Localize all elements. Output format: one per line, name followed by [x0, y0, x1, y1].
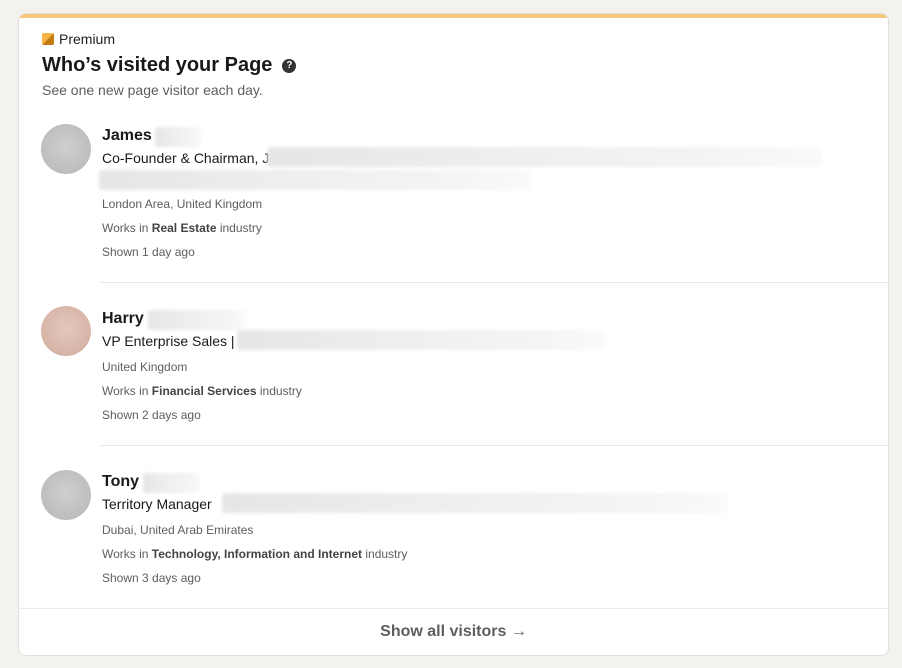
works-suffix: industry: [362, 547, 408, 561]
redacted-surname: [143, 473, 200, 493]
redacted-headline: [237, 330, 605, 350]
premium-text: Premium: [59, 31, 116, 47]
avatar[interactable]: [41, 470, 91, 520]
redacted-surname: [155, 127, 201, 147]
visitor-name[interactable]: Harry: [102, 310, 144, 328]
visitor-industry: Real Estate: [151, 221, 217, 235]
works-suffix: industry: [256, 384, 302, 398]
works-prefix: Works in: [102, 221, 152, 235]
visitor-shown-time: Shown 3 days ago: [102, 571, 201, 585]
subtitle: See one new page visitor each day.: [42, 82, 263, 98]
works-suffix: industry: [216, 221, 262, 235]
divider: [100, 445, 888, 446]
arrow-right-icon: →: [510, 623, 527, 640]
redacted-headline-line2: [99, 170, 532, 190]
divider: [100, 282, 888, 283]
footer-divider: [19, 608, 888, 609]
works-prefix: Works in: [102, 547, 152, 561]
visitor-shown-time: Shown 2 days ago: [102, 408, 201, 422]
help-icon[interactable]: ?: [282, 58, 297, 73]
avatar[interactable]: [41, 306, 91, 356]
avatar[interactable]: [41, 124, 91, 174]
redacted-headline: [222, 493, 728, 513]
visitor-industry-line: Works in Technology, Information and Int…: [102, 547, 407, 561]
show-all-label: Show all visitors: [380, 623, 507, 640]
redacted-surname: [148, 310, 246, 330]
visitor-industry-line: Works in Financial Services industry: [102, 384, 302, 398]
visitors-card: Premium Who’s visited your Page ? See on…: [18, 13, 889, 656]
visitor-name[interactable]: Tony: [102, 473, 139, 491]
visitor-headline: Co-Founder & Chairman, J: [102, 150, 270, 166]
premium-accent-bar: [19, 14, 888, 18]
visitor-location: Dubai, United Arab Emirates: [102, 523, 254, 537]
title-row: Who’s visited your Page ?: [42, 54, 297, 77]
visitor-industry: Financial Services: [151, 384, 257, 398]
visitor-name[interactable]: James: [102, 127, 152, 145]
works-prefix: Works in: [102, 384, 152, 398]
premium-label: Premium: [42, 31, 115, 47]
visitor-headline: VP Enterprise Sales |: [102, 333, 235, 349]
visitor-industry: Technology, Information and Internet: [151, 547, 363, 561]
visitor-headline: Territory Manager: [102, 496, 212, 512]
premium-badge-icon: [42, 33, 54, 45]
visitor-industry-line: Works in Real Estate industry: [102, 221, 262, 235]
visitor-location: London Area, United Kingdom: [102, 197, 263, 211]
visitor-location: United Kingdom: [102, 360, 188, 374]
show-all-visitors-button[interactable]: Show all visitors →: [19, 623, 888, 641]
visitor-shown-time: Shown 1 day ago: [102, 245, 195, 259]
redacted-headline: [267, 147, 822, 167]
page-title: Who’s visited your Page: [42, 54, 273, 76]
